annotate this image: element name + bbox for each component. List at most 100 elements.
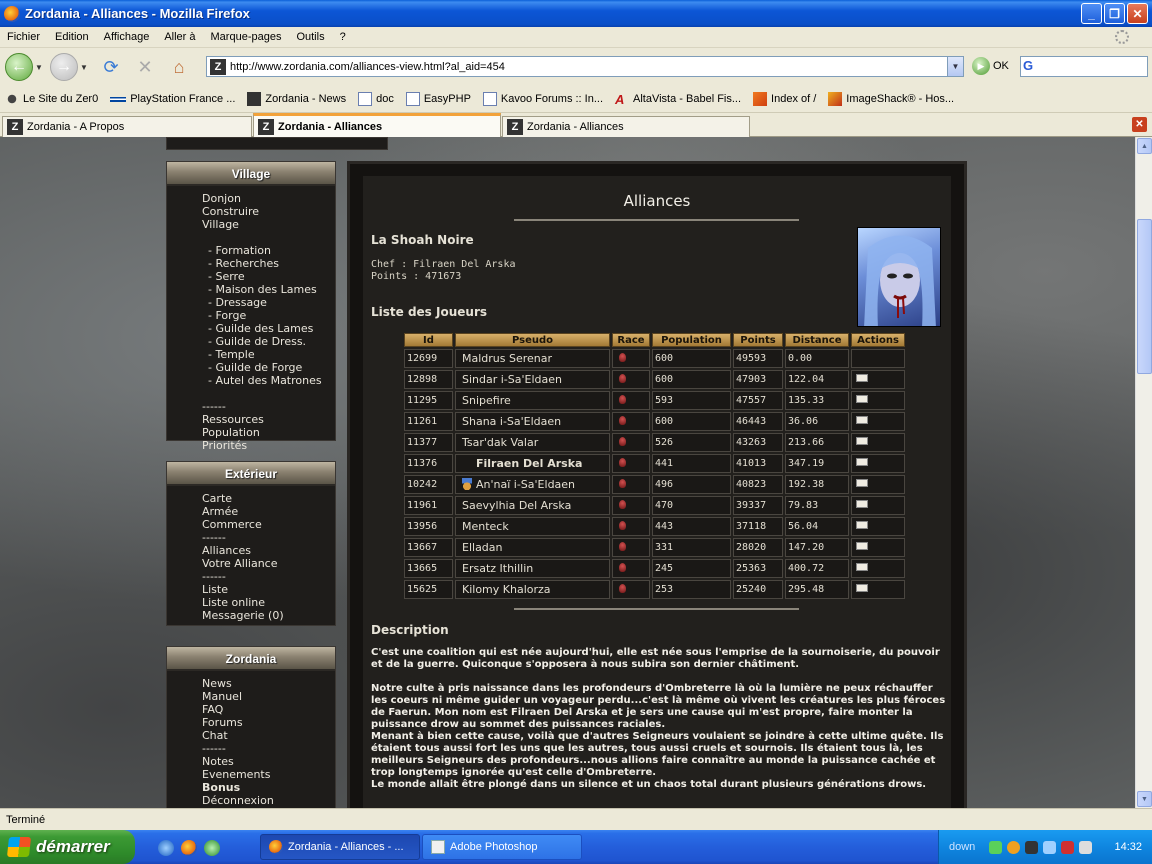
zordania-item[interactable]: FAQ xyxy=(202,703,335,716)
player-pseudo-link[interactable]: Tsar'dak Valar xyxy=(462,436,538,449)
village-item[interactable]: Village xyxy=(202,218,335,231)
village-item[interactable]: Ressources xyxy=(202,413,335,426)
send-message-icon[interactable] xyxy=(856,521,868,529)
zordania-item[interactable]: Déconnexion xyxy=(202,794,335,807)
village-item[interactable]: - Recherches xyxy=(202,257,335,270)
menu-fichier[interactable]: Fichier xyxy=(7,31,40,43)
menu-aller[interactable]: Aller à xyxy=(164,31,195,43)
col-population[interactable]: Population xyxy=(652,333,731,347)
bookmark-item[interactable]: Zordania - News xyxy=(247,92,346,106)
player-pseudo-link[interactable]: Elladan xyxy=(462,541,503,554)
zordania-item[interactable]: Notes xyxy=(202,755,335,768)
player-pseudo-link[interactable]: Filraen Del Arska xyxy=(476,457,582,470)
send-message-icon[interactable] xyxy=(856,395,868,403)
minimize-button[interactable]: _ xyxy=(1081,3,1102,24)
player-pseudo-link[interactable]: An'naï i-Sa'Eldaen xyxy=(476,478,575,491)
village-item[interactable]: - Maison des Lames xyxy=(202,283,335,296)
col-id[interactable]: Id xyxy=(404,333,453,347)
taskbar-item-photoshop[interactable]: Adobe Photoshop xyxy=(422,834,582,860)
app-quicklaunch-icon[interactable] xyxy=(204,840,220,856)
network-icon[interactable] xyxy=(989,840,1002,854)
village-item[interactable]: Population xyxy=(202,426,335,439)
zordania-item[interactable]: Manuel xyxy=(202,690,335,703)
player-pseudo[interactable]: Shana i-Sa'Eldaen xyxy=(455,412,610,431)
menu-edition[interactable]: Edition xyxy=(55,31,89,43)
menu-marque-pages[interactable]: Marque-pages xyxy=(211,31,282,43)
forward-button[interactable]: → xyxy=(50,53,78,81)
player-pseudo[interactable]: An'naï i-Sa'Eldaen xyxy=(455,475,610,494)
firefox-quicklaunch-icon[interactable] xyxy=(181,840,197,856)
start-button[interactable]: démarrer xyxy=(0,830,135,864)
village-item[interactable]: - Guilde des Lames xyxy=(202,322,335,335)
player-pseudo-link[interactable]: Snipefire xyxy=(462,394,511,407)
url-field[interactable]: Z http://www.zordania.com/alliances-view… xyxy=(206,56,964,77)
player-pseudo-link[interactable]: Saevylhia Del Arska xyxy=(462,499,571,512)
village-item[interactable]: - Formation xyxy=(202,244,335,257)
exterieur-item[interactable]: Liste online xyxy=(202,596,335,609)
google-icon[interactable]: G xyxy=(1023,58,1041,75)
bookmark-item[interactable]: Le Site du Zer0 xyxy=(5,92,98,106)
village-item[interactable]: - Serre xyxy=(202,270,335,283)
zordania-item[interactable]: Evenements xyxy=(202,768,335,781)
exterieur-item[interactable]: Carte xyxy=(202,492,335,505)
exterieur-item[interactable]: Armée xyxy=(202,505,335,518)
village-item[interactable]: - Guilde de Forge xyxy=(202,361,335,374)
player-pseudo-link[interactable]: Kilomy Khalorza xyxy=(462,583,551,596)
exterieur-item[interactable]: Commerce xyxy=(202,518,335,531)
scroll-down-icon[interactable]: ▼ xyxy=(1137,791,1152,807)
zordania-item[interactable]: Chat xyxy=(202,729,335,742)
maximize-button[interactable]: ❐ xyxy=(1104,3,1125,24)
home-icon[interactable]: ⌂ xyxy=(166,54,192,80)
scroll-up-icon[interactable]: ▲ xyxy=(1137,138,1152,154)
send-message-icon[interactable] xyxy=(856,437,868,445)
player-pseudo[interactable]: Tsar'dak Valar xyxy=(455,433,610,452)
wireless-icon[interactable] xyxy=(1043,840,1056,854)
bookmark-item[interactable]: ImageShack® - Hos... xyxy=(828,92,954,106)
village-item[interactable]: - Guilde de Dress. xyxy=(202,335,335,348)
send-message-icon[interactable] xyxy=(856,542,868,550)
taskbar-item-firefox[interactable]: Zordania - Alliances - ... xyxy=(260,834,420,860)
back-dropdown-icon[interactable]: ▼ xyxy=(35,63,45,72)
col-race[interactable]: Race xyxy=(612,333,650,347)
village-item[interactable]: - Forge xyxy=(202,309,335,322)
bookmark-item[interactable]: doc xyxy=(358,92,394,106)
player-pseudo-link[interactable]: Ersatz Ithillin xyxy=(462,562,533,575)
player-pseudo[interactable]: Ersatz Ithillin xyxy=(455,559,610,578)
device-icon[interactable] xyxy=(1025,840,1038,854)
tab-a-propos[interactable]: Z Zordania - A Propos xyxy=(2,116,252,137)
bookmark-item[interactable]: PlayStation France ... xyxy=(110,93,235,105)
village-item[interactable]: - Autel des Matrones xyxy=(202,374,335,387)
bookmark-item[interactable]: A AltaVista - Babel Fis... xyxy=(615,92,741,107)
scroll-thumb[interactable] xyxy=(1137,219,1152,374)
ie-quicklaunch-icon[interactable] xyxy=(158,840,174,856)
village-item[interactable]: - Temple xyxy=(202,348,335,361)
player-pseudo[interactable]: Saevylhia Del Arska xyxy=(455,496,610,515)
bookmark-item[interactable]: Kavoo Forums :: In... xyxy=(482,92,603,106)
col-distance[interactable]: Distance xyxy=(785,333,849,347)
stop-icon[interactable]: ✕ xyxy=(132,54,158,80)
col-points[interactable]: Points xyxy=(733,333,783,347)
reload-icon[interactable]: ⟳ xyxy=(98,54,124,80)
go-button[interactable]: ▶ OK xyxy=(972,57,1009,75)
tab-alliances[interactable]: Z Zordania - Alliances xyxy=(502,116,750,137)
send-message-icon[interactable] xyxy=(856,458,868,466)
player-pseudo[interactable]: Kilomy Khalorza xyxy=(455,580,610,599)
zordania-item[interactable]: Bonus xyxy=(202,781,335,794)
player-pseudo[interactable]: Filraen Del Arska xyxy=(455,454,610,473)
menu-help[interactable]: ? xyxy=(340,31,346,43)
antivirus-icon[interactable] xyxy=(1007,840,1020,854)
village-item[interactable]: Priorités xyxy=(202,439,335,452)
send-message-icon[interactable] xyxy=(856,374,868,382)
vertical-scrollbar[interactable]: ▲ ▼ xyxy=(1135,137,1152,808)
send-message-icon[interactable] xyxy=(856,563,868,571)
shield-icon[interactable] xyxy=(1061,840,1074,854)
exterieur-item[interactable]: Messagerie (0) xyxy=(202,609,335,622)
exterieur-item[interactable]: Votre Alliance xyxy=(202,557,335,570)
send-message-icon[interactable] xyxy=(856,584,868,592)
zordania-item[interactable]: Forums xyxy=(202,716,335,729)
menu-affichage[interactable]: Affichage xyxy=(104,31,150,43)
bookmark-item[interactable]: EasyPHP xyxy=(405,92,471,106)
player-pseudo[interactable]: Maldrus Serenar xyxy=(455,349,610,368)
bookmark-item[interactable]: Index of / xyxy=(753,92,816,106)
tab-alliances-active[interactable]: Z Zordania - Alliances xyxy=(253,113,501,137)
